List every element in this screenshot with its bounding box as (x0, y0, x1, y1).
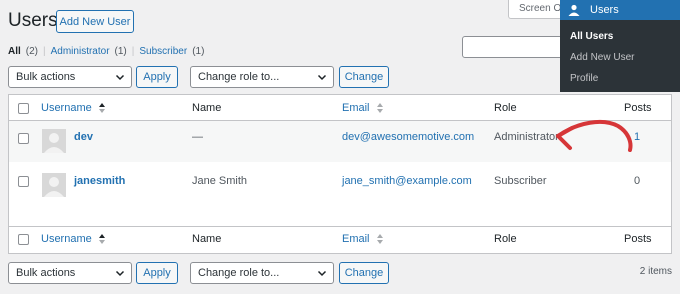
screen-options-button[interactable]: Screen Options (508, 0, 568, 19)
bulk-actions-select-bottom[interactable]: Bulk actions (8, 262, 132, 284)
search-input[interactable] (462, 36, 572, 58)
sort-arrows-icon (376, 103, 383, 114)
user-icon (44, 133, 64, 153)
bulk-actions-select[interactable]: Bulk actions (8, 66, 132, 88)
column-email-label: Email (342, 233, 370, 245)
user-name: Jane Smith (192, 175, 248, 187)
submenu-profile[interactable]: Profile (570, 73, 598, 84)
user-icon (44, 177, 64, 197)
select-all-checkbox[interactable] (18, 234, 29, 245)
sort-arrows-icon (98, 234, 105, 245)
user-role: Subscriber (494, 175, 547, 187)
user-icon (568, 4, 580, 16)
row-checkbox[interactable] (18, 133, 29, 144)
posts-count: 0 (634, 175, 641, 187)
role-filter-links: All (2) | Administrator (1) | Subscriber… (8, 46, 204, 57)
select-all-checkbox[interactable] (18, 103, 29, 114)
view-subscriber-count: (1) (192, 46, 205, 57)
avatar (42, 129, 66, 153)
column-email-footer[interactable]: Email (342, 233, 383, 245)
bulk-actions-value: Bulk actions (16, 267, 76, 279)
view-all[interactable]: All (8, 46, 21, 57)
change-button[interactable]: Change (339, 66, 389, 88)
email-link[interactable]: jane_smith@example.com (342, 175, 472, 187)
annotation-arrow-icon (556, 119, 633, 152)
column-email-label: Email (342, 102, 370, 114)
separator: | (43, 46, 46, 57)
items-count: 2 items (639, 266, 672, 277)
email-link[interactable]: dev@awesomemotive.com (342, 131, 474, 143)
change-role-select[interactable]: Change role to... (190, 66, 334, 88)
page-title: Users (8, 10, 58, 31)
view-administrator-count: (1) (114, 46, 127, 57)
submenu-all-users[interactable]: All Users (570, 31, 613, 42)
column-username-label: Username (41, 233, 92, 245)
chevron-down-icon (115, 270, 125, 277)
column-username-footer[interactable]: Username (41, 233, 105, 245)
column-role-header: Role (494, 102, 517, 114)
divider (9, 226, 671, 227)
row-checkbox[interactable] (18, 176, 29, 187)
menu-users-label: Users (590, 4, 619, 16)
change-role-select-bottom[interactable]: Change role to... (190, 262, 334, 284)
bulk-actions-value: Bulk actions (16, 71, 76, 83)
sort-arrows-icon (376, 234, 383, 245)
sort-arrows-icon (98, 103, 105, 114)
submenu-add-new-user[interactable]: Add New User (570, 52, 634, 63)
column-role-footer: Role (494, 233, 517, 245)
add-new-user-button[interactable]: Add New User (56, 10, 134, 33)
column-name-footer: Name (192, 233, 222, 245)
separator: | (131, 46, 135, 57)
column-posts-footer: Posts (624, 233, 652, 245)
change-role-value: Change role to... (198, 71, 280, 83)
chevron-down-icon (317, 270, 327, 277)
username-link[interactable]: dev (74, 131, 93, 143)
menu-users[interactable]: Users (560, 0, 680, 20)
view-administrator[interactable]: Administrator (51, 46, 110, 57)
apply-button[interactable]: Apply (136, 66, 178, 88)
column-username-label: Username (41, 102, 92, 114)
change-role-value: Change role to... (198, 267, 280, 279)
chevron-down-icon (317, 74, 327, 81)
user-name: — (192, 131, 203, 143)
view-subscriber[interactable]: Subscriber (139, 46, 187, 57)
apply-button-bottom[interactable]: Apply (136, 262, 178, 284)
column-username-header[interactable]: Username (41, 102, 105, 114)
view-all-count: (2) (25, 46, 39, 57)
username-link[interactable]: janesmith (74, 175, 125, 187)
avatar (42, 173, 66, 197)
column-name-header: Name (192, 102, 222, 114)
chevron-down-icon (115, 74, 125, 81)
change-button-bottom[interactable]: Change (339, 262, 389, 284)
column-email-header[interactable]: Email (342, 102, 383, 114)
